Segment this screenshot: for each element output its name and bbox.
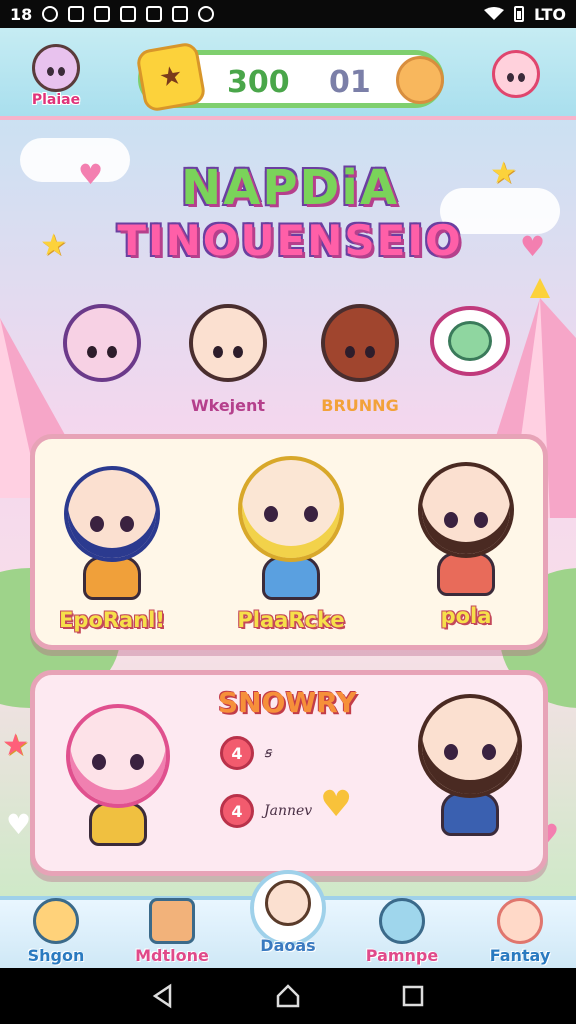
- heart-icon: ♥: [78, 158, 104, 191]
- clipboard-icon: [149, 898, 195, 944]
- character-icon: [265, 880, 311, 926]
- star-icon: ★: [2, 728, 29, 763]
- profile-icon: [497, 898, 543, 944]
- character-body: [83, 556, 141, 600]
- star-badge-icon[interactable]: ★: [135, 41, 207, 113]
- status-time: 18: [10, 4, 33, 24]
- character-avatar: [63, 304, 141, 382]
- tools-icon: [94, 6, 111, 22]
- character-select-3[interactable]: BRUNNG: [310, 304, 410, 415]
- character-body: [89, 802, 147, 846]
- nav-item-pet[interactable]: Pamnpe: [352, 896, 452, 968]
- character-card-2[interactable]: PlaaRcke: [226, 456, 356, 632]
- character-select-2[interactable]: Wkejent: [178, 304, 278, 415]
- calendar-icon: [146, 6, 163, 22]
- info-text: ꞩ: [264, 745, 272, 761]
- game-title: NAPDiA TINOUENSEIO: [110, 160, 470, 265]
- character-head: [66, 704, 170, 808]
- info-text: Jannev: [264, 803, 313, 819]
- character-head: [238, 456, 344, 562]
- score-right-value: 01: [329, 65, 371, 100]
- heart-icon: ♥: [6, 808, 32, 841]
- house-icon: [33, 898, 79, 944]
- notification-icon: [42, 6, 59, 22]
- friend-avatar: [492, 50, 540, 98]
- battery-icon: [513, 6, 524, 22]
- heart-icon: ♥: [520, 230, 546, 263]
- character-name: PlaaRcke: [237, 608, 345, 632]
- character-head: [418, 694, 522, 798]
- story-info-row-1[interactable]: 4 ꞩ: [220, 736, 271, 770]
- profile-avatar: [32, 44, 80, 92]
- story-character-right[interactable]: [410, 694, 530, 836]
- camera-icon: [198, 6, 215, 22]
- nav-label: Daoas: [260, 936, 316, 955]
- nav-item-shop[interactable]: Shgon: [6, 896, 106, 968]
- character-head: [418, 462, 514, 558]
- nav-label: Pamnpe: [365, 946, 439, 965]
- app-icon: [68, 6, 85, 22]
- coin-icon[interactable]: [396, 56, 444, 104]
- character-label: Wkejent: [190, 396, 266, 415]
- system-navigation-bar: [0, 968, 576, 1024]
- star-icon: ★: [40, 228, 67, 263]
- title-line-1: NAPDiA: [181, 160, 399, 216]
- wifi-icon: [483, 7, 504, 20]
- character-select-1[interactable]: [52, 304, 152, 396]
- profile-label: Plaiae: [31, 92, 81, 108]
- character-card-1[interactable]: EpoRanl!: [52, 466, 172, 632]
- character-body: [437, 552, 495, 596]
- photo-icon: [120, 6, 137, 22]
- character-name: EpoRanl!: [59, 608, 165, 632]
- chat-bubble-button[interactable]: [430, 306, 510, 376]
- story-info-row-2[interactable]: 4 Jannev: [220, 794, 312, 828]
- recents-icon[interactable]: [400, 983, 426, 1009]
- status-bar: 18 LTO: [0, 0, 576, 28]
- character-avatar: [189, 304, 267, 382]
- home-icon[interactable]: [275, 983, 301, 1009]
- friend-avatar-button[interactable]: [478, 36, 554, 112]
- character-head: [64, 466, 160, 562]
- profile-button[interactable]: Plaiae: [18, 38, 94, 114]
- battery-text: LTO: [533, 4, 566, 24]
- nav-label: Shgon: [27, 946, 85, 965]
- story-panel-title: SNOWRY: [218, 686, 357, 719]
- navigation-icon: [172, 6, 189, 22]
- heart-icon: ♥: [320, 784, 353, 825]
- nav-item-home[interactable]: Daoas: [238, 878, 338, 955]
- character-body: [441, 792, 499, 836]
- nav-label: Mdtlone: [135, 946, 209, 965]
- info-badge-icon: 4: [220, 794, 254, 828]
- nav-label: Fantay: [489, 946, 551, 965]
- character-label: BRUNNG: [321, 396, 399, 415]
- nav-item-fantasy[interactable]: Fantay: [470, 896, 570, 968]
- info-badge-icon: 4: [220, 736, 254, 770]
- pet-icon: [448, 321, 492, 361]
- back-icon[interactable]: [150, 983, 176, 1009]
- story-character-left[interactable]: [58, 704, 178, 846]
- character-body: [262, 556, 320, 600]
- pet-icon: [379, 898, 425, 944]
- character-avatar: [321, 304, 399, 382]
- title-line-2: TINOUENSEIO: [117, 216, 463, 265]
- score-left-value: 300: [227, 65, 290, 100]
- star-icon: ★: [490, 156, 517, 191]
- character-name: pola: [440, 604, 492, 628]
- nav-item-mission[interactable]: Mdtlone: [122, 896, 222, 968]
- character-card-3[interactable]: pola: [406, 462, 526, 628]
